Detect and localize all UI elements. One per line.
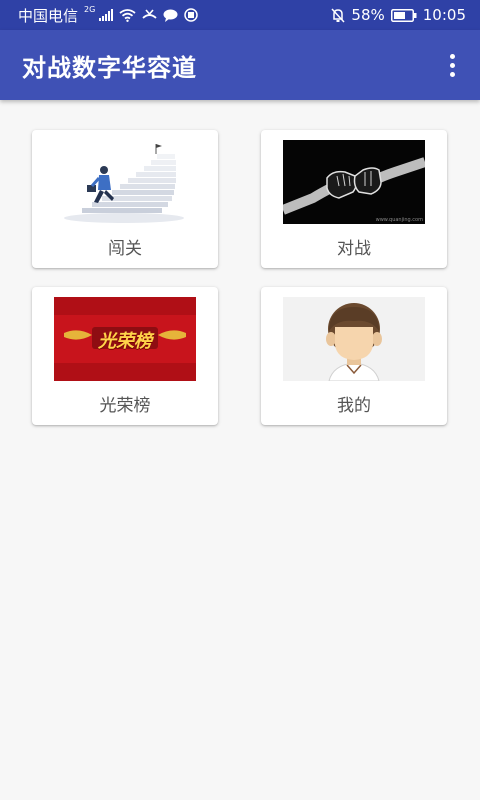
carrier-label: 中国电信 [18, 6, 79, 25]
fist-bump-illustration: www.quanjing.com [283, 140, 425, 224]
avatar-illustration [283, 297, 425, 381]
app-notification-icon [184, 8, 199, 22]
honor-list-card[interactable]: 光荣榜 光荣榜 [32, 287, 218, 425]
status-bar: 中国电信 2G 58% 10:05 [0, 0, 480, 30]
battery-icon [390, 8, 417, 22]
image-caption: www.quanjing.com [375, 217, 423, 223]
status-left: 中国电信 2G [18, 4, 199, 26]
clock: 10:05 [422, 6, 466, 24]
app-bar: 对战数字华容道 [0, 30, 480, 100]
mute-bell-icon [331, 7, 345, 23]
missed-call-icon [142, 8, 157, 22]
stairs-climber-illustration [54, 140, 196, 224]
more-vert-icon[interactable] [440, 49, 464, 81]
card-label: 光荣榜 [99, 396, 151, 416]
card-label: 对战 [337, 239, 371, 259]
app-title: 对战数字华容道 [22, 53, 197, 82]
honor-banner-text: 光荣榜 [98, 331, 152, 352]
card-label: 闯关 [108, 239, 142, 259]
battery-percent: 58% [351, 6, 385, 24]
network-type-label: 2G [84, 4, 96, 14]
profile-card[interactable]: 我的 [261, 287, 447, 425]
menu-dot [449, 71, 455, 77]
card-label: 我的 [337, 396, 371, 416]
signal-icon [99, 9, 114, 21]
battle-mode-card[interactable]: www.quanjing.com 对战 [261, 130, 447, 268]
wifi-icon [119, 8, 136, 22]
message-icon [163, 9, 178, 22]
honor-banner: 光荣榜 [54, 297, 196, 381]
status-right: 58% 10:05 [331, 6, 466, 24]
menu-dot [449, 53, 455, 59]
level-mode-card[interactable]: 闯关 [32, 130, 218, 268]
menu-dot [449, 62, 455, 68]
